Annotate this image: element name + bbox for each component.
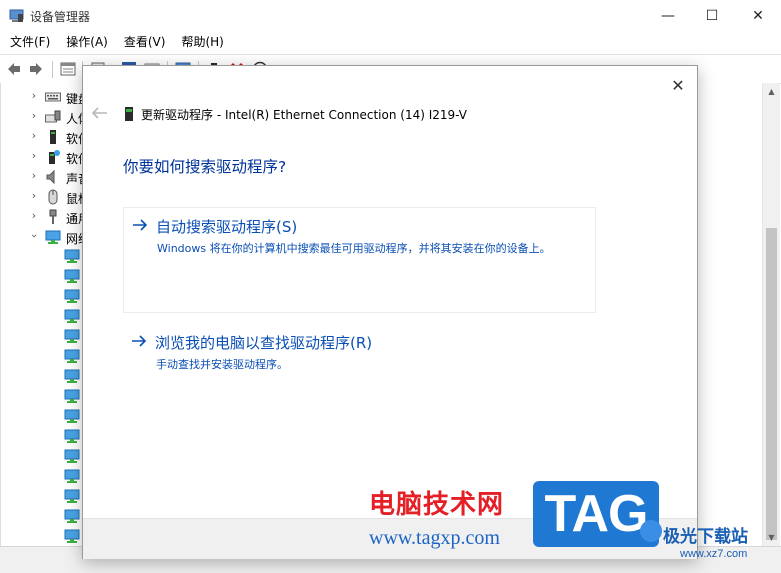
network-adapter-icon[interactable] <box>64 368 80 384</box>
dialog-title: 更新驱动程序 - Intel(R) Ethernet Connection (1… <box>141 108 467 122</box>
chevron-right-icon[interactable]: › <box>28 110 40 122</box>
menu-help[interactable]: 帮助(H) <box>173 31 231 53</box>
network-adapter-icon[interactable] <box>64 288 80 304</box>
option-description: Windows 将在你的计算机中搜索最佳可用驱动程序，并将其安装在你的设备上。 <box>157 242 551 255</box>
scroll-down-arrow-icon[interactable]: ▼ <box>763 529 780 546</box>
watermark-right-url: www.xz7.com <box>680 548 748 560</box>
keyboard-icon <box>45 92 61 102</box>
watermark-tag-logo: TAG <box>533 481 659 547</box>
network-adapter-icon[interactable] <box>64 328 80 344</box>
back-arrow-icon[interactable] <box>91 106 109 120</box>
menu-bar: 文件(F) 操作(A) 查看(V) 帮助(H) <box>0 31 781 53</box>
right-arrow-icon <box>132 335 147 347</box>
back-arrow-icon[interactable] <box>6 61 22 77</box>
maximize-button[interactable]: ☐ <box>689 0 735 31</box>
mouse-icon <box>48 189 58 205</box>
scrollbar-thumb[interactable] <box>766 228 777 540</box>
dialog-close-button[interactable]: ✕ <box>665 72 691 98</box>
network-adapter-icon[interactable] <box>64 528 80 544</box>
watermark-right-name: 极光下载站 <box>663 527 748 547</box>
network-adapter-icon[interactable] <box>64 308 80 324</box>
software-component-icon <box>50 130 56 144</box>
scroll-up-arrow-icon[interactable]: ▲ <box>763 83 780 100</box>
menu-action[interactable]: 操作(A) <box>58 31 116 53</box>
minimize-button[interactable]: — <box>645 0 691 31</box>
chevron-right-icon[interactable]: › <box>28 170 40 182</box>
watermark-url: www.tagxp.com <box>369 527 500 549</box>
network-adapter-icon[interactable] <box>64 428 80 444</box>
forward-arrow-icon[interactable] <box>28 61 44 77</box>
network-adapter-icon[interactable] <box>64 408 80 424</box>
properties-icon[interactable] <box>60 61 76 77</box>
menu-view[interactable]: 查看(V) <box>116 31 174 53</box>
chevron-right-icon[interactable]: › <box>28 130 40 142</box>
chevron-down-icon[interactable]: › <box>28 230 41 242</box>
window-title: 设备管理器 <box>30 10 91 24</box>
network-driver-icon <box>125 107 133 121</box>
network-adapter-icon[interactable] <box>64 468 80 484</box>
network-adapter-icon[interactable] <box>64 508 80 524</box>
network-adapter-icon[interactable] <box>64 248 80 264</box>
option-title: 浏览我的电脑以查找驱动程序(R) <box>155 334 373 352</box>
speaker-icon <box>46 169 55 185</box>
right-arrow-icon <box>133 219 148 231</box>
network-adapter-icon <box>45 230 61 244</box>
network-adapter-icon[interactable] <box>64 268 80 284</box>
option-title: 自动搜索驱动程序(S) <box>156 218 298 236</box>
auto-search-driver-option[interactable]: 自动搜索驱动程序(S) Windows 将在你的计算机中搜索最佳可用驱动程序，并… <box>123 207 596 313</box>
usb-icon <box>49 209 57 224</box>
network-adapter-icon[interactable] <box>64 448 80 464</box>
network-adapter-icon[interactable] <box>64 388 80 404</box>
browse-driver-option[interactable]: 浏览我的电脑以查找驱动程序(R) 手动查找并安装驱动程序。 <box>123 324 594 428</box>
toolbar-separator <box>52 61 53 78</box>
device-manager-app-icon <box>9 9 24 22</box>
chevron-right-icon[interactable]: › <box>28 90 40 102</box>
close-button[interactable]: ✕ <box>735 0 781 31</box>
title-bar: 设备管理器 — ☐ ✕ <box>0 0 781 31</box>
network-adapter-icon[interactable] <box>64 488 80 504</box>
watermark-aurora-logo-icon <box>640 520 662 542</box>
dialog-question: 你要如何搜索驱动程序? <box>123 158 287 176</box>
menu-file[interactable]: 文件(F) <box>0 31 58 53</box>
software-device-icon <box>49 150 60 164</box>
human-interface-icon <box>45 110 61 123</box>
chevron-right-icon[interactable]: › <box>28 190 40 202</box>
chevron-right-icon[interactable]: › <box>28 150 40 162</box>
network-adapter-icon[interactable] <box>64 348 80 364</box>
option-description: 手动查找并安装驱动程序。 <box>156 358 288 371</box>
chevron-right-icon[interactable]: › <box>28 210 40 222</box>
watermark-site-name: 电脑技术网 <box>369 490 505 520</box>
vertical-scrollbar[interactable]: ▲ ▼ <box>762 83 780 546</box>
